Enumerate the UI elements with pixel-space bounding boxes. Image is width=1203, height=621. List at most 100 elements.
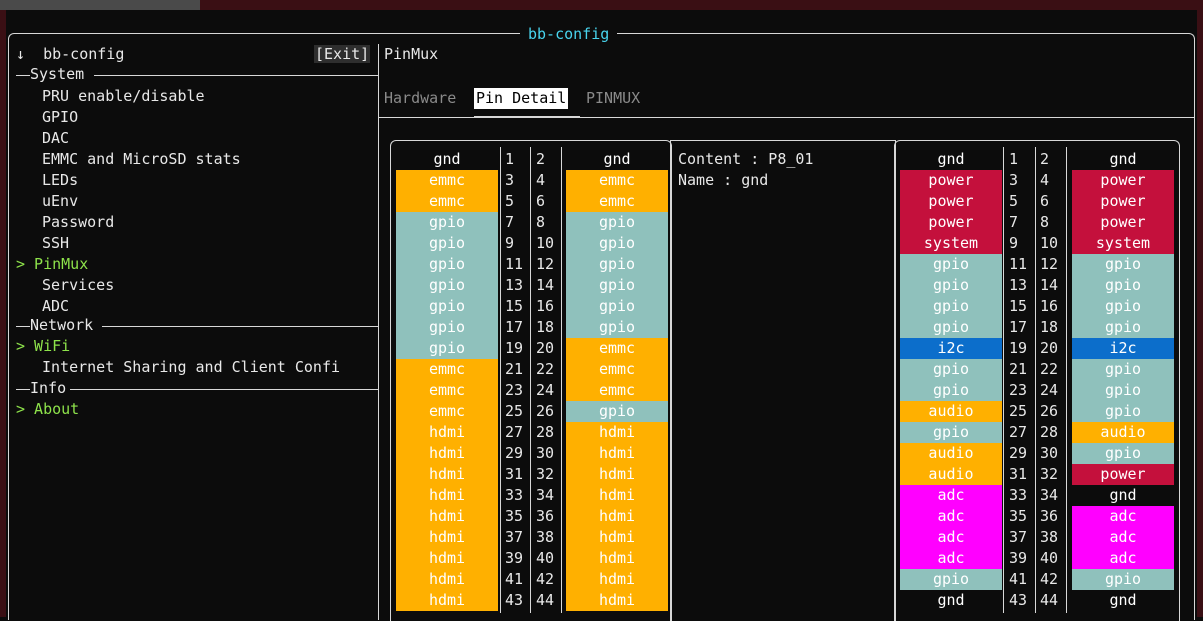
pin-cell[interactable]: emmc — [396, 380, 498, 401]
sidebar-item[interactable]: EMMC and MicroSD stats — [42, 149, 241, 170]
pin-cell[interactable]: gpio — [900, 296, 1002, 317]
pin-cell[interactable]: hdmi — [566, 590, 668, 611]
sidebar-item[interactable]: PRU enable/disable — [42, 86, 205, 107]
pin-number[interactable]: 29 — [505, 443, 523, 464]
pin-number[interactable]: 17 — [1009, 317, 1027, 338]
pin-cell[interactable]: emmc — [566, 191, 668, 212]
pin-number[interactable]: 10 — [1040, 233, 1058, 254]
tab-pinmux[interactable]: PINMUX — [586, 88, 640, 109]
exit-button[interactable]: [Exit] — [314, 44, 371, 65]
pin-cell[interactable]: hdmi — [396, 548, 498, 569]
pin-number[interactable]: 44 — [1040, 590, 1058, 611]
pin-number[interactable]: 31 — [1009, 464, 1027, 485]
pin-number[interactable]: 33 — [505, 485, 523, 506]
pin-cell[interactable]: gnd — [1072, 590, 1174, 611]
pin-cell[interactable]: power — [900, 191, 1002, 212]
pin-number[interactable]: 41 — [505, 569, 523, 590]
pin-number[interactable]: 5 — [1009, 191, 1018, 212]
pin-cell[interactable]: gpio — [900, 254, 1002, 275]
pin-cell[interactable]: gpio — [1072, 254, 1174, 275]
pin-number[interactable]: 44 — [536, 590, 554, 611]
pin-number[interactable]: 9 — [505, 233, 514, 254]
pin-number[interactable]: 31 — [505, 464, 523, 485]
pin-cell[interactable]: adc — [900, 548, 1002, 569]
pin-number[interactable]: 18 — [536, 317, 554, 338]
pin-number[interactable]: 42 — [1040, 569, 1058, 590]
pin-number[interactable]: 6 — [536, 191, 545, 212]
pin-number[interactable]: 13 — [1009, 275, 1027, 296]
sidebar-item[interactable]: DAC — [42, 128, 69, 149]
pin-number[interactable]: 14 — [536, 275, 554, 296]
pin-number[interactable]: 28 — [1040, 422, 1058, 443]
pin-number[interactable]: 42 — [536, 569, 554, 590]
pin-number[interactable]: 6 — [1040, 191, 1049, 212]
pin-number[interactable]: 13 — [505, 275, 523, 296]
pin-cell[interactable]: power — [1072, 170, 1174, 191]
pin-number[interactable]: 16 — [536, 296, 554, 317]
pin-number[interactable]: 32 — [1040, 464, 1058, 485]
pin-number[interactable]: 38 — [1040, 527, 1058, 548]
pin-cell[interactable]: gpio — [566, 212, 668, 233]
pin-cell[interactable]: gpio — [396, 317, 498, 338]
pin-cell[interactable]: hdmi — [396, 569, 498, 590]
pin-number[interactable]: 1 — [505, 149, 514, 170]
pin-number[interactable]: 12 — [536, 254, 554, 275]
pin-cell[interactable]: hdmi — [396, 464, 498, 485]
exit-button-label[interactable]: [Exit] — [314, 45, 371, 63]
pin-cell[interactable]: hdmi — [396, 485, 498, 506]
pin-cell[interactable]: audio — [900, 464, 1002, 485]
pin-cell[interactable]: i2c — [900, 338, 1002, 359]
pin-number[interactable]: 34 — [536, 485, 554, 506]
sidebar-item[interactable]: > PinMux — [16, 254, 88, 275]
pin-number[interactable]: 40 — [536, 548, 554, 569]
pin-cell[interactable]: gpio — [566, 401, 668, 422]
pin-cell[interactable]: gpio — [1072, 401, 1174, 422]
pin-cell[interactable]: gpio — [1072, 317, 1174, 338]
pin-cell[interactable]: gpio — [1072, 275, 1174, 296]
pin-cell[interactable]: hdmi — [566, 443, 668, 464]
pin-cell[interactable]: gpio — [900, 317, 1002, 338]
pin-number[interactable]: 10 — [536, 233, 554, 254]
pin-number[interactable]: 43 — [505, 590, 523, 611]
pin-cell[interactable]: power — [900, 212, 1002, 233]
pin-cell[interactable]: gpio — [1072, 443, 1174, 464]
pin-number[interactable]: 8 — [536, 212, 545, 233]
pin-cell[interactable]: emmc — [566, 170, 668, 191]
pin-cell[interactable]: gpio — [1072, 296, 1174, 317]
sidebar-item[interactable]: LEDs — [42, 170, 78, 191]
pin-number[interactable]: 28 — [536, 422, 554, 443]
pin-cell[interactable]: gpio — [900, 275, 1002, 296]
pin-number[interactable]: 36 — [1040, 506, 1058, 527]
sidebar-item[interactable]: > About — [16, 399, 79, 420]
pin-number[interactable]: 21 — [505, 359, 523, 380]
pin-number[interactable]: 35 — [1009, 506, 1027, 527]
pin-cell[interactable]: system — [1072, 233, 1174, 254]
pin-cell[interactable]: hdmi — [566, 506, 668, 527]
pin-cell[interactable]: emmc — [566, 359, 668, 380]
pin-cell[interactable]: gpio — [900, 380, 1002, 401]
pin-number[interactable]: 7 — [1009, 212, 1018, 233]
pin-cell[interactable]: system — [900, 233, 1002, 254]
pin-number[interactable]: 21 — [1009, 359, 1027, 380]
pin-cell[interactable]: emmc — [566, 338, 668, 359]
pin-number[interactable]: 25 — [1009, 401, 1027, 422]
pin-number[interactable]: 41 — [1009, 569, 1027, 590]
pin-number[interactable]: 43 — [1009, 590, 1027, 611]
pin-cell[interactable]: gpio — [900, 422, 1002, 443]
pin-cell[interactable]: power — [900, 170, 1002, 191]
pin-number[interactable]: 8 — [1040, 212, 1049, 233]
pin-cell[interactable]: gpio — [566, 254, 668, 275]
sidebar-item[interactable]: Password — [42, 212, 114, 233]
pin-cell[interactable]: emmc — [566, 380, 668, 401]
pin-cell[interactable]: gpio — [1072, 569, 1174, 590]
pin-number[interactable]: 38 — [536, 527, 554, 548]
pin-cell[interactable]: hdmi — [396, 443, 498, 464]
pin-cell[interactable]: emmc — [396, 170, 498, 191]
pin-cell[interactable]: hdmi — [396, 527, 498, 548]
pin-number[interactable]: 23 — [1009, 380, 1027, 401]
pin-number[interactable]: 26 — [536, 401, 554, 422]
pin-cell[interactable]: power — [1072, 212, 1174, 233]
pin-number[interactable]: 4 — [536, 170, 545, 191]
pin-cell[interactable]: gpio — [396, 275, 498, 296]
pin-number[interactable]: 22 — [536, 359, 554, 380]
